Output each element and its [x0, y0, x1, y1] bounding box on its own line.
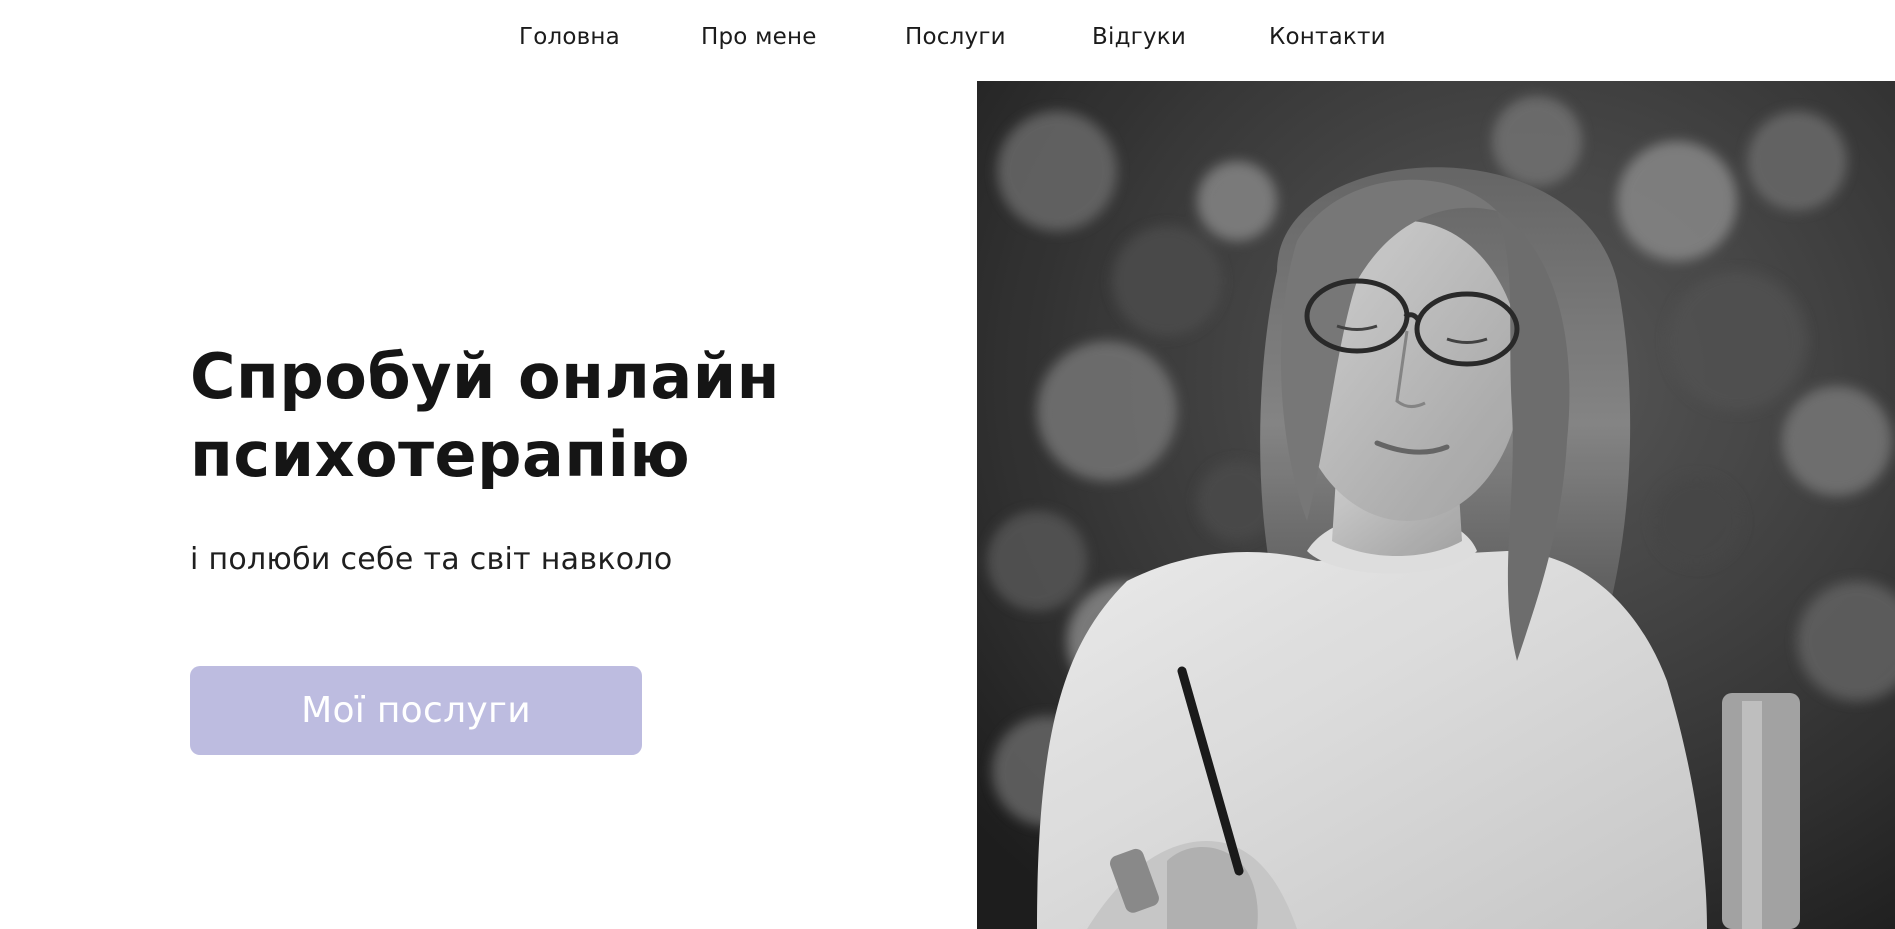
portrait-image — [977, 81, 1895, 929]
nav-item-contacts[interactable]: Контакти — [1269, 22, 1386, 52]
nav-item-services[interactable]: Послуги — [905, 22, 1006, 52]
nav-item-about[interactable]: Про мене — [701, 22, 817, 52]
my-services-button[interactable]: Мої послуги — [190, 666, 642, 755]
main-nav: Головна Про мене Послуги Відгуки Контакт… — [0, 0, 1895, 75]
hero-title: Спробуй онлайн психотерапію — [190, 338, 780, 494]
hero-title-line-1: Спробуй онлайн — [190, 340, 781, 413]
hero-title-line-2: психотерапію — [190, 418, 691, 491]
landing-page: Головна Про мене Послуги Відгуки Контакт… — [0, 0, 1895, 929]
nav-item-reviews[interactable]: Відгуки — [1092, 22, 1186, 52]
nav-item-home[interactable]: Головна — [519, 22, 620, 52]
hero-subtitle: і полюби себе та світ навколо — [190, 542, 673, 577]
hero-photo — [977, 81, 1895, 929]
